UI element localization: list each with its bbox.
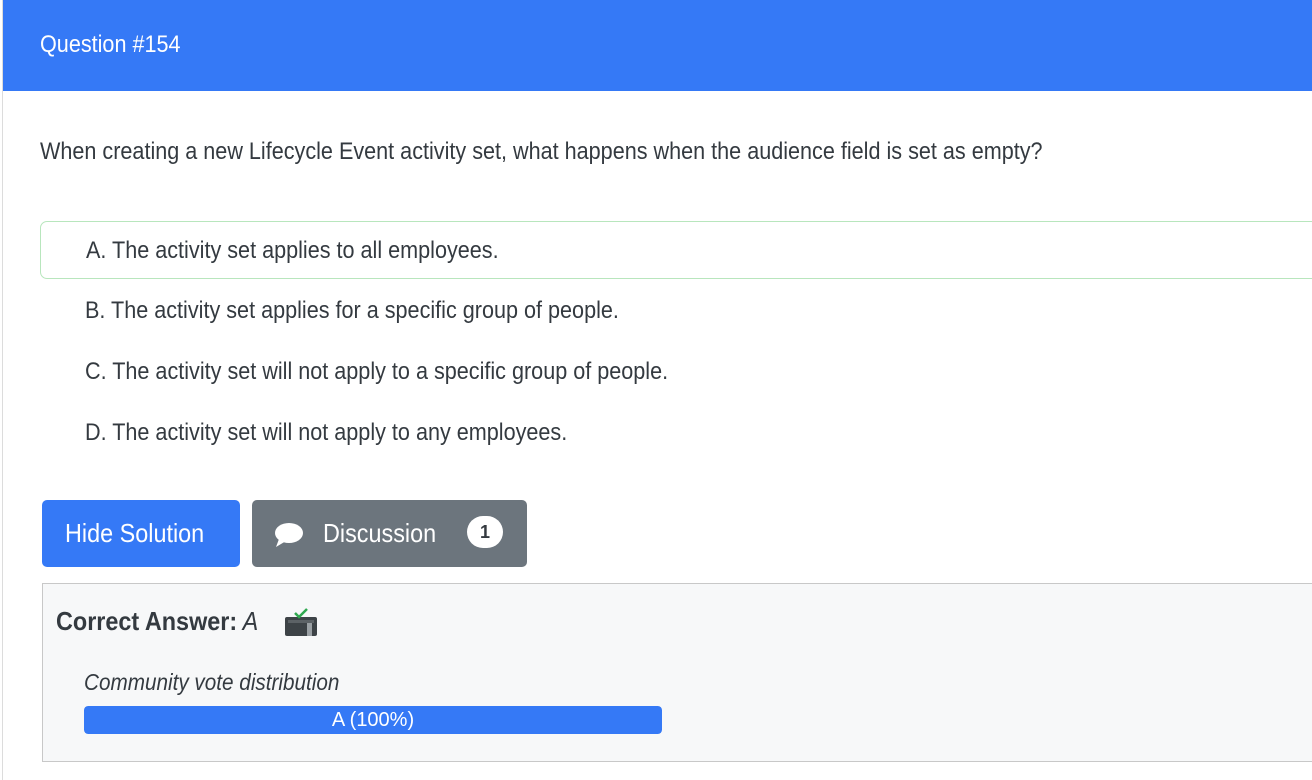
choice-b[interactable]: B. The activity set applies for a specif… [40,282,1312,340]
vote-distribution-title: Community vote distribution [84,669,340,695]
discussion-count-badge: 1 [467,516,503,548]
discussion-label: Discussion [323,518,437,548]
hide-solution-label: Hide Solution [65,518,205,548]
vote-distribution-bar: A (100%) [84,706,662,734]
correct-answer-panel: Correct Answer: A Community vote distribu… [42,583,1312,762]
ballot-box-icon [285,608,317,636]
choice-d-label: D. The activity set will not apply to an… [85,419,568,446]
choice-c[interactable]: C. The activity set will not apply to a … [40,343,1312,401]
choice-b-label: B. The activity set applies for a specif… [85,297,619,324]
vote-bar-label-a: A (100%) [331,709,415,731]
discussion-button[interactable]: Discussion 1 [252,500,527,567]
correct-answer-line: Correct Answer: A [56,606,258,636]
chat-bubble-icon [275,523,303,547]
choice-a-label: A. The activity set applies to all emplo… [86,237,499,264]
hide-solution-button[interactable]: Hide Solution [42,500,240,567]
correct-answer-label: Correct Answer: [56,606,238,636]
correct-answer-value: A [242,606,259,636]
question-text: When creating a new Lifecycle Event acti… [40,138,1043,165]
question-card: Question #154 When creating a new Lifecy… [2,0,1312,780]
choice-d[interactable]: D. The activity set will not apply to an… [40,404,1312,462]
choice-a[interactable]: A. The activity set applies to all emplo… [40,221,1312,279]
choice-c-label: C. The activity set will not apply to a … [85,358,669,385]
question-header: Question #154 [3,0,1312,91]
question-number: Question #154 [40,31,181,58]
